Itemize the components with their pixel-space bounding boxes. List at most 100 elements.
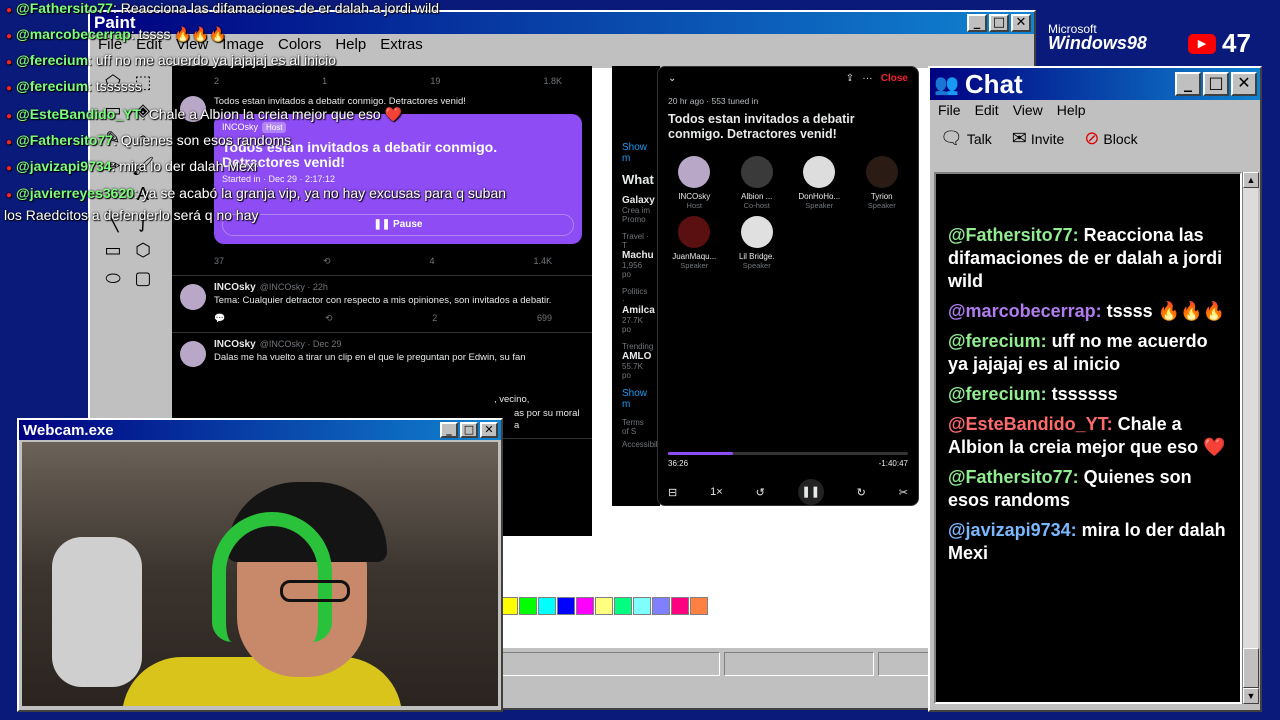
- view-count[interactable]: 1.4K: [533, 256, 552, 267]
- repost-count[interactable]: 1: [322, 76, 327, 86]
- close-button[interactable]: ✕: [480, 422, 498, 438]
- avatar[interactable]: [180, 341, 206, 367]
- view-count[interactable]: 1.8K: [543, 76, 562, 86]
- reply-count[interactable]: 37: [214, 256, 224, 267]
- reply-icon[interactable]: 💬: [214, 313, 225, 324]
- color-swatch[interactable]: [614, 597, 632, 615]
- scroll-thumb[interactable]: [1243, 648, 1259, 688]
- space-player: ⌄ ⇪ ··· Close 20 hr ago · 553 tuned in T…: [657, 66, 919, 506]
- speaker[interactable]: Lil Bridge. Speaker: [727, 216, 788, 270]
- like-count[interactable]: 2: [432, 313, 437, 324]
- close-space-button[interactable]: Close: [881, 73, 908, 84]
- like-count[interactable]: 4: [430, 256, 435, 267]
- rectangle-icon[interactable]: ▭: [98, 236, 128, 264]
- pause-button[interactable]: ❚❚ Pause: [222, 214, 574, 236]
- trend-item[interactable]: Travel · T Machu 1,956 po: [622, 232, 654, 279]
- maximize-button[interactable]: □: [1203, 72, 1229, 96]
- overlay-chat-line: ● @javierreyes3620: ya se acabó la granja…: [6, 185, 506, 201]
- repost-icon[interactable]: ⟲: [325, 313, 333, 324]
- menu-file[interactable]: File: [938, 102, 961, 118]
- maximize-button[interactable]: □: [989, 14, 1009, 32]
- chat-scrollbar[interactable]: ▲ ▼: [1242, 172, 1259, 704]
- polygon-icon[interactable]: ⬡: [128, 236, 158, 264]
- speaker[interactable]: Tyrion Speaker: [852, 156, 913, 210]
- scroll-up-icon[interactable]: ▲: [1243, 172, 1259, 188]
- color-swatch[interactable]: [519, 597, 537, 615]
- color-swatch[interactable]: [576, 597, 594, 615]
- speaker-role: Speaker: [680, 261, 709, 270]
- menu-edit[interactable]: Edit: [975, 102, 999, 118]
- minimize-button[interactable]: _: [440, 422, 458, 438]
- speaker[interactable]: JuanMaqu... Speaker: [664, 216, 725, 270]
- rounded-rect-icon[interactable]: ▢: [128, 264, 158, 292]
- terms-link[interactable]: Terms of S: [622, 418, 650, 436]
- color-swatch[interactable]: [633, 597, 651, 615]
- color-swatch[interactable]: [595, 597, 613, 615]
- scroll-down-icon[interactable]: ▼: [1243, 688, 1259, 704]
- repost-icon[interactable]: ⟲: [323, 256, 331, 267]
- color-palette: [500, 597, 708, 615]
- color-swatch[interactable]: [690, 597, 708, 615]
- menu-view[interactable]: View: [1013, 102, 1043, 118]
- minimize-button[interactable]: _: [1175, 72, 1201, 96]
- like-count[interactable]: 19: [430, 76, 440, 86]
- speaker[interactable]: Albion ... Co-host: [727, 156, 788, 210]
- color-swatch[interactable]: [557, 597, 575, 615]
- avatar[interactable]: [180, 284, 206, 310]
- tweet[interactable]: INCOsky @INCOsky · 22h Tema: Cualquier de…: [172, 276, 592, 333]
- more-icon[interactable]: ···: [862, 73, 872, 84]
- color-swatch[interactable]: [652, 597, 670, 615]
- overlay-chat-line: ● @Fathersito77: Quienes son esos randoms: [6, 132, 291, 148]
- speaker[interactable]: DonHoHo... Speaker: [789, 156, 850, 210]
- minimize-button[interactable]: _: [967, 14, 987, 32]
- webcam-titlebar[interactable]: Webcam.exe _ □ ✕: [19, 420, 501, 440]
- maximize-button[interactable]: □: [460, 422, 478, 438]
- tweet-author[interactable]: INCOsky: [214, 282, 256, 293]
- chat-titlebar[interactable]: 👥 Chat _ □ ✕: [930, 68, 1260, 100]
- color-swatch[interactable]: [538, 597, 556, 615]
- talk-button[interactable]: 🗨 Talk: [940, 128, 992, 149]
- space-started: Started in · Dec 29 · 2:17:12: [222, 174, 336, 184]
- chat-username[interactable]: @Fathersito77:: [948, 225, 1079, 245]
- menu-help[interactable]: Help: [335, 36, 366, 53]
- captions-icon[interactable]: ⊟: [668, 486, 677, 499]
- show-more-link[interactable]: Show m: [622, 388, 650, 410]
- tweet-actions: 💬 ⟲ 2 699: [214, 307, 582, 326]
- chat-username[interactable]: @EsteBandido_YT:: [948, 414, 1113, 434]
- speaker[interactable]: INCOsky Host: [664, 156, 725, 210]
- chat-username[interactable]: @ferecium:: [948, 384, 1047, 404]
- view-count[interactable]: 699: [537, 313, 552, 324]
- clip-icon[interactable]: ✂: [899, 486, 908, 499]
- speed-button[interactable]: 1×: [710, 486, 723, 498]
- speaker-name: Albion ...: [741, 192, 773, 201]
- tweet-author[interactable]: INCOsky: [214, 339, 256, 350]
- chat-username[interactable]: @marcobecerrap:: [948, 301, 1102, 321]
- close-button[interactable]: ✕: [1231, 72, 1257, 96]
- menu-colors[interactable]: Colors: [278, 36, 321, 53]
- rewind-icon[interactable]: ↺: [756, 486, 765, 499]
- forward-icon[interactable]: ↻: [857, 486, 866, 499]
- close-button[interactable]: ✕: [1011, 14, 1031, 32]
- chat-log[interactable]: @Fathersito77: Reacciona las difamacione…: [934, 172, 1242, 704]
- chat-username[interactable]: @javizapi9734:: [948, 520, 1077, 540]
- reply-count[interactable]: 2: [214, 76, 219, 86]
- accessibility-link[interactable]: Accessibil: [622, 440, 658, 449]
- speaker-avatar: [740, 216, 773, 248]
- menu-image[interactable]: Image: [222, 36, 264, 53]
- menu-extras[interactable]: Extras: [380, 36, 423, 53]
- chat-username[interactable]: @ferecium:: [948, 331, 1047, 351]
- invite-button[interactable]: ✉ Invite: [1012, 128, 1065, 149]
- collapse-icon[interactable]: ⌄: [668, 73, 676, 84]
- color-swatch[interactable]: [671, 597, 689, 615]
- block-button[interactable]: ⊘ Block: [1084, 128, 1137, 149]
- ellipse-icon[interactable]: ⬭: [98, 264, 128, 292]
- menu-help[interactable]: Help: [1057, 102, 1086, 118]
- trend-item[interactable]: Trending AMLO 55.7K po: [622, 342, 653, 380]
- trend-item[interactable]: Galaxy Crea im Promo: [622, 195, 655, 224]
- trend-item[interactable]: Politics · Amilca 27.7K po: [622, 287, 655, 334]
- show-more-link[interactable]: Show m: [622, 142, 650, 164]
- playback-progress[interactable]: [668, 452, 908, 455]
- chat-username[interactable]: @Fathersito77:: [948, 467, 1079, 487]
- pause-icon[interactable]: ❚❚: [797, 479, 824, 505]
- share-icon[interactable]: ⇪: [846, 73, 854, 84]
